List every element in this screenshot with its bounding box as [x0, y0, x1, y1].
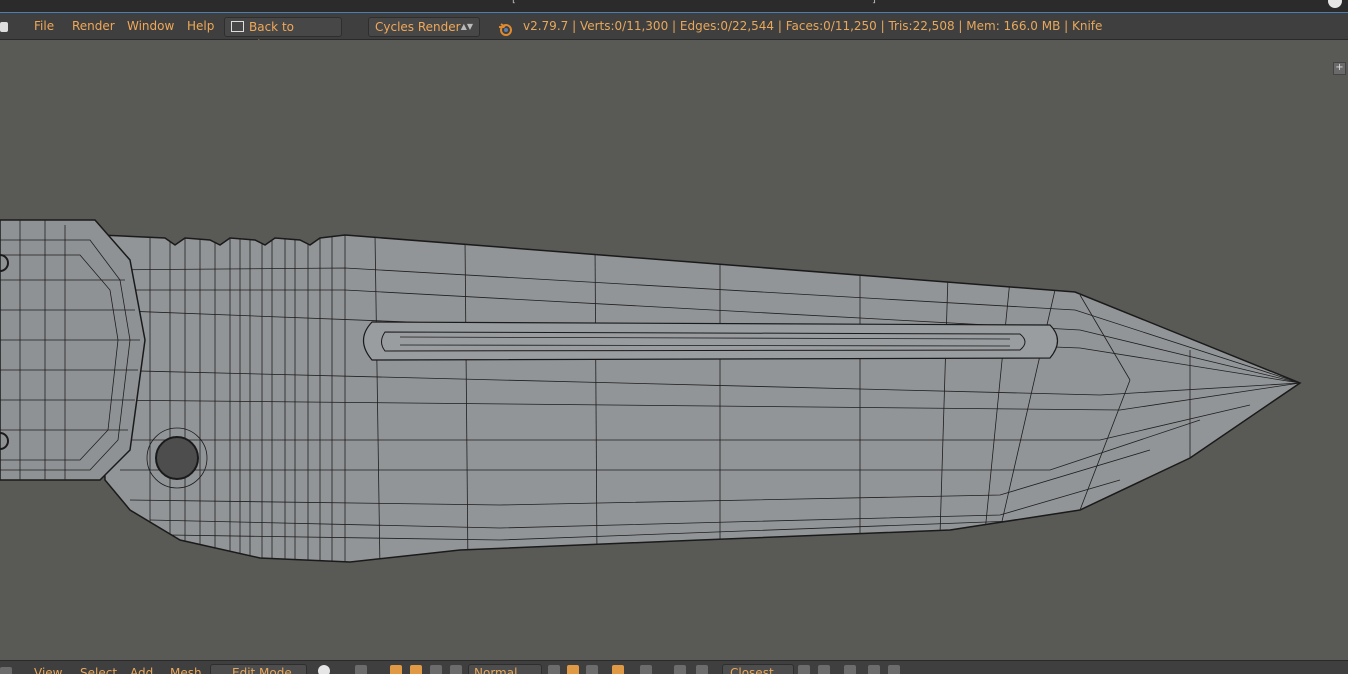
blade-fuller	[362, 321, 1059, 361]
mode-label: Edit Mode	[232, 666, 292, 674]
snap-target-label: Closest	[730, 666, 774, 674]
3d-viewport[interactable]: +	[0, 40, 1348, 660]
back-to-previous-icon	[231, 21, 244, 32]
knife-blade	[99, 234, 1302, 563]
chevron-updown-icon: ▲▼	[460, 22, 473, 31]
menu-file[interactable]: File	[34, 13, 54, 39]
menu-select[interactable]: Select	[80, 663, 117, 674]
render-engine-label: Cycles Render	[375, 20, 461, 34]
menu-mesh[interactable]: Mesh	[170, 663, 202, 674]
render-engine-selector[interactable]: Cycles Render ▲▼	[368, 17, 480, 37]
orientation-label: Normal	[474, 666, 518, 674]
window-title-left: [	[512, 0, 516, 5]
window-title-right: ]	[872, 0, 876, 5]
info-header: ▲▼ File Render Window Help Back to Previ…	[0, 13, 1348, 57]
add-region-icon[interactable]: +	[1333, 62, 1346, 75]
scene-statistics: v2.79.7 | Verts:0/11,300 | Edges:0/22,54…	[523, 19, 1103, 33]
menu-window[interactable]: Window	[127, 13, 174, 39]
menu-view[interactable]: View	[34, 663, 62, 674]
info-icon	[0, 21, 8, 32]
menu-add[interactable]: Add	[130, 663, 153, 674]
viewport-header: View Select Add Mesh Edit Mode Normal Cl…	[0, 660, 1348, 674]
window-control-icon[interactable]	[1328, 0, 1342, 8]
knife-mesh	[0, 219, 1302, 563]
window-title-bar: [ ]	[0, 0, 1348, 13]
menu-help[interactable]: Help	[187, 13, 214, 39]
blade-hole	[155, 436, 199, 480]
menu-render[interactable]: Render	[72, 13, 115, 39]
back-to-previous-button[interactable]: Back to Previous	[224, 17, 342, 52]
editor-type-selector[interactable]: ▲▼	[0, 13, 22, 57]
knife-handle	[0, 219, 146, 481]
